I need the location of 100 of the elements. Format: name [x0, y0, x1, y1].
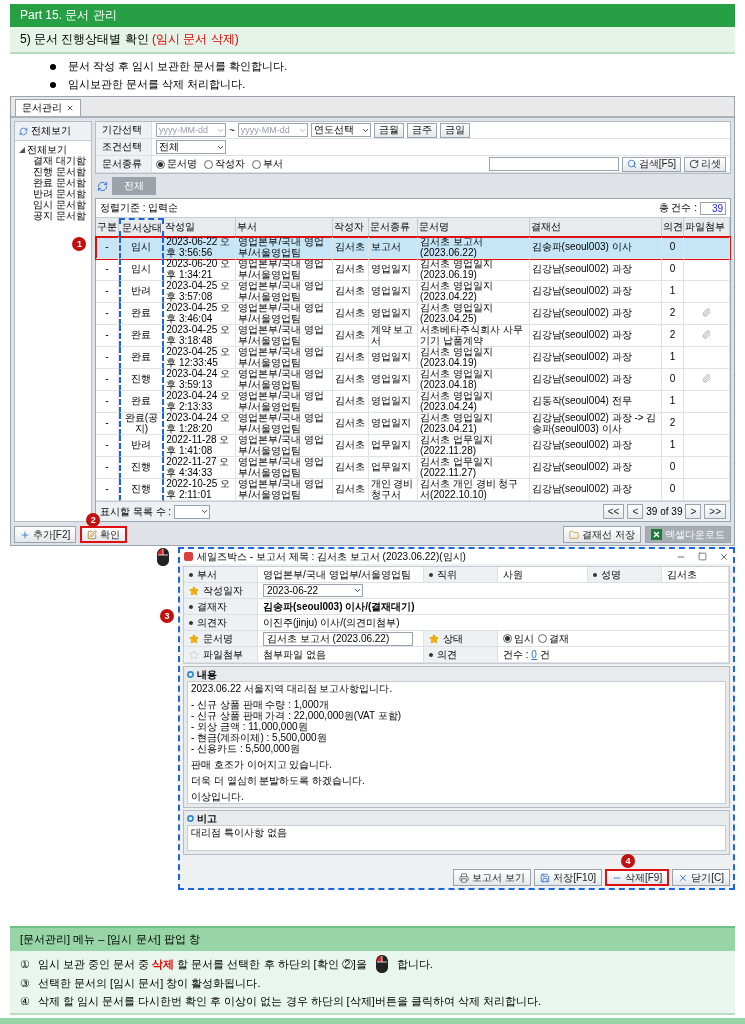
step-text: 합니다.: [396, 956, 433, 972]
content-line: 더욱 더 열심히 분발하도록 하겠습니다.: [191, 775, 366, 786]
popup-button[interactable]: 저장[F10]: [534, 869, 602, 886]
last-page-button[interactable]: >>: [704, 504, 726, 519]
maximize-icon[interactable]: [698, 552, 707, 561]
step-text: 삭제 할 임시 문서를 다시한번 확인 후 이상이 없는 경우 하단의 [삭제]버튼을 클릭하여 삭제 처리합니다.: [38, 994, 541, 1009]
popup-button[interactable]: 닫기[C]: [672, 869, 730, 886]
tree-item[interactable]: 전체보기: [15, 144, 91, 155]
field-value: 김송파(seoul003) 이사/(결재대기): [258, 599, 729, 614]
popup-button[interactable]: 삭제[F9]: [605, 869, 670, 886]
document-tab[interactable]: 문서관리: [15, 99, 81, 116]
filter-label: 문서종류: [96, 156, 152, 172]
bullet-icon: [189, 604, 193, 609]
content-line: 2023.06.22 서울지역 대리점 보고사항입니다.: [191, 683, 394, 694]
field-label: 부서: [197, 567, 217, 582]
table-cell: 0: [661, 237, 685, 259]
filter-label: 조건선택: [96, 139, 152, 155]
tree-item[interactable]: 완료 문서함: [15, 177, 91, 188]
column-header[interactable]: 구분: [96, 218, 119, 237]
table-cell: -: [96, 237, 119, 259]
field-label: 성명: [601, 567, 621, 582]
page-info: 39 of 39: [646, 506, 683, 517]
tree-item[interactable]: 임시 문서함: [15, 199, 91, 210]
tree-item[interactable]: 공지 문서함: [15, 210, 91, 221]
field-label: 상태: [443, 631, 463, 646]
bullet-icon: [429, 572, 433, 577]
plus-icon: [20, 529, 30, 540]
paperclip-icon: [702, 373, 712, 383]
period-button[interactable]: 금월: [373, 122, 404, 138]
total-label: 총 건수 :: [658, 201, 697, 215]
guide-title: [문서관리] 메뉴 – [임시 문서] 팝업 창: [10, 926, 735, 951]
toolbar-button[interactable]: 추가[F2]: [14, 526, 77, 543]
field-value: 이진주(jinju) 이사/(의견미첨부): [258, 615, 729, 630]
step-text: 임시 보관 중인 문서 중 삭제 할 문서를 선택한 후 하단의 [확인 ②]을: [38, 956, 367, 972]
content-line: 판매 호조가 이어지고 있습니다.: [191, 759, 334, 770]
table-cell: 2023-06-22 오후 3:56:56: [164, 237, 237, 259]
first-page-button[interactable]: <<: [602, 504, 625, 519]
field-label: 의견: [437, 647, 457, 662]
field-label: 문서명: [203, 631, 233, 646]
radio-option[interactable]: 부서: [252, 157, 283, 171]
bullet-icon: [429, 652, 433, 657]
step-number: 4: [621, 854, 635, 868]
step-number: 2: [86, 513, 101, 527]
tree-item[interactable]: 진행 문서함: [15, 166, 91, 177]
close-icon[interactable]: [719, 551, 729, 562]
table-cell: 김서초 보고서 (2023.06.22): [418, 237, 530, 259]
toolbar-button[interactable]: 결재선 저장: [563, 526, 641, 543]
bullet-icon: [189, 572, 193, 577]
search-button[interactable]: 검색[F5]: [621, 156, 681, 172]
step-number: 3: [160, 609, 174, 623]
tree-item[interactable]: 결재 대기함: [15, 155, 91, 166]
section-title: 비고: [197, 811, 217, 826]
sort-label: 정렬기준 : 입력순: [100, 201, 179, 215]
count-link[interactable]: 0: [531, 649, 537, 660]
content-textarea[interactable]: 2023.06.22 서울지역 대리점 보고사항입니다. - 신규 상품 판매 수량 : 1,000개 - 신규 상품 판매 가격 : 22,000,000원(VAT 포함) - 외상 금액 : 11,000,000원 - 현금(계좌이체) : 5,500,000원 - 신용카드 : 5,500,000원 판매 호조가 이어지고 있습니다. 더욱 더 열심히 분발하도록 하겠습니다. 이상입니다.: [187, 681, 726, 804]
close-icon: [678, 872, 689, 883]
year-select[interactable]: 연도선택: [310, 123, 371, 137]
bullet-text: 임시보관한 문서를 삭제 처리합니다.: [68, 77, 246, 92]
refresh-icon: [19, 126, 28, 136]
app-logo-icon: [184, 552, 193, 561]
reset-button[interactable]: 리셋: [684, 156, 726, 172]
step-marker: ④: [20, 995, 30, 1008]
window-title: 세일즈박스 - 보고서 제목 : 김서초 보고서 (2023.06.22)(임시): [197, 549, 466, 564]
popup-button[interactable]: 보고서 보기: [453, 869, 532, 886]
tree-item[interactable]: 반려 문서함: [15, 188, 91, 199]
date-field[interactable]: 2023-06-22: [263, 584, 363, 597]
sidebar-header[interactable]: 전체보기: [15, 122, 91, 141]
radio-option[interactable]: 결재: [538, 631, 569, 646]
period-button[interactable]: 금일: [439, 122, 470, 138]
column-header[interactable]: 작성일: [164, 218, 237, 237]
content-line: 이상입니다.: [191, 791, 245, 802]
note-textarea[interactable]: 대리점 특이사항 없음: [187, 825, 726, 851]
radio-option[interactable]: 임시: [503, 631, 534, 646]
content-line: - 신규 상품 판매 가격 : 22,000,000원(VAT 포함): [191, 710, 403, 721]
content-line: - 현금(계좌이체) : 5,500,000원: [191, 732, 328, 743]
table-cell: 보고서: [368, 237, 419, 259]
previous-page-button[interactable]: <: [627, 504, 644, 519]
part-title: Part 15. 문서 관리: [10, 4, 735, 27]
content-line: - 외상 금액 : 11,000,000원: [191, 721, 308, 732]
table-cell: 영업본부/국내 영업부/서울영업팀: [236, 237, 334, 259]
section-icon: [187, 671, 194, 678]
page-size-select[interactable]: [174, 504, 211, 519]
radio-option[interactable]: 문서명: [156, 157, 197, 171]
period-button[interactable]: 금주: [406, 122, 437, 138]
refresh-icon: [97, 180, 108, 192]
search-field[interactable]: [488, 157, 619, 171]
folder-icon: [569, 529, 580, 540]
filter-label: 기간선택: [96, 122, 152, 138]
spreadsheet-icon: [651, 529, 662, 540]
field-label: 작성일자: [203, 583, 243, 598]
mouse-icon: [374, 954, 389, 974]
input-field[interactable]: 김서초 보고서 (2023.06.22): [263, 631, 413, 646]
close-icon: [66, 104, 74, 112]
toolbar-button[interactable]: 확인: [80, 526, 128, 543]
next-page-button[interactable]: >: [685, 504, 702, 519]
step-marker: ①: [20, 957, 30, 971]
condition-select[interactable]: 전체: [156, 140, 226, 154]
radio-option[interactable]: 작성자: [204, 157, 245, 171]
count-prefix: 건수 :: [503, 647, 529, 662]
field-label: 직위: [437, 567, 457, 582]
